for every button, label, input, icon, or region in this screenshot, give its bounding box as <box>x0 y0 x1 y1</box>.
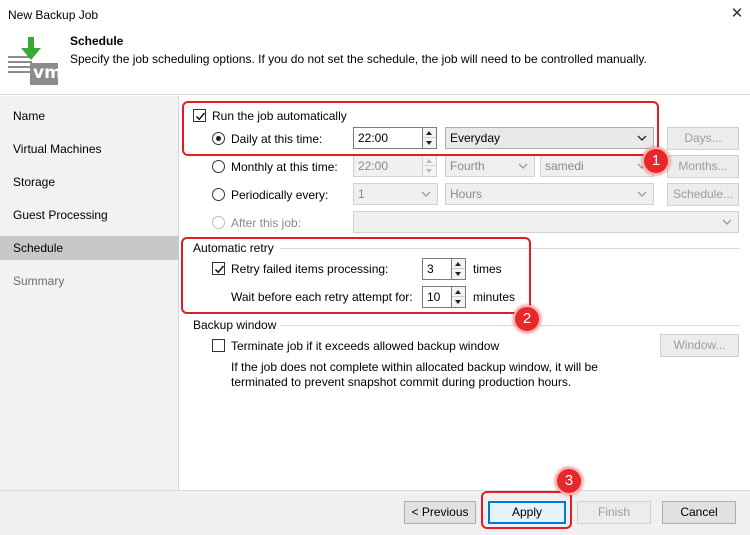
callout-badge-2: 2 <box>513 305 541 333</box>
terminate-checkbox[interactable] <box>212 339 225 352</box>
after-job-label: After this job: <box>231 216 302 230</box>
window-title: New Backup Job <box>8 8 99 22</box>
wizard-header: vm Schedule Specify the job scheduling o… <box>0 30 750 95</box>
callout-box-1 <box>182 101 659 156</box>
monthly-time-input[interactable]: 22:00 <box>353 155 427 177</box>
backup-window-group-divider <box>280 325 740 326</box>
monthly-label: Monthly at this time: <box>231 160 338 174</box>
logo-text: vm <box>33 63 62 83</box>
backup-window-note-line2: terminated to prevent snapshot commit du… <box>231 375 572 389</box>
periodic-value-select[interactable]: 1 <box>353 183 438 205</box>
periodic-radio[interactable] <box>212 188 225 201</box>
backup-window-note-line1: If the job does not complete within allo… <box>231 360 598 374</box>
title-bar: New Backup Job ✕ <box>0 0 750 30</box>
veeam-vm-logo-icon: vm <box>6 34 62 86</box>
wizard-steps: Name Virtual Machines Storage Guest Proc… <box>0 96 179 490</box>
cancel-button[interactable]: Cancel <box>662 501 736 524</box>
monthly-time-spinner[interactable] <box>422 155 437 177</box>
days-button[interactable]: Days... <box>667 127 739 150</box>
step-guest-processing[interactable]: Guest Processing <box>0 203 179 227</box>
previous-button[interactable]: < Previous <box>404 501 476 524</box>
chevron-down-icon <box>421 191 431 197</box>
monthly-week-value: Fourth <box>450 159 485 173</box>
step-virtual-machines[interactable]: Virtual Machines <box>0 137 179 161</box>
months-button[interactable]: Months... <box>667 155 739 178</box>
backup-window-group-title: Backup window <box>193 318 277 332</box>
monthly-radio[interactable] <box>212 160 225 173</box>
chevron-down-icon <box>637 191 647 197</box>
close-icon[interactable]: ✕ <box>728 4 746 24</box>
window-button[interactable]: Window... <box>660 334 739 357</box>
periodic-label: Periodically every: <box>231 188 329 202</box>
periodic-unit-value: Hours <box>450 187 483 201</box>
after-job-radio <box>212 216 225 229</box>
after-job-select <box>353 211 739 233</box>
chevron-down-icon <box>518 163 528 169</box>
monthly-day-value: samedi <box>545 159 584 173</box>
step-name[interactable]: Name <box>0 104 179 128</box>
periodic-unit-select[interactable]: Hours <box>445 183 654 205</box>
finish-button: Finish <box>577 501 651 524</box>
page-title: Schedule <box>70 34 124 48</box>
schedule-button[interactable]: Schedule... <box>667 183 739 206</box>
terminate-label: Terminate job if it exceeds allowed back… <box>231 339 500 353</box>
wizard-footer: < Previous Apply Finish Cancel <box>0 490 750 535</box>
chevron-down-icon <box>722 219 732 225</box>
monthly-day-select[interactable]: samedi <box>540 155 654 177</box>
step-schedule[interactable]: Schedule <box>0 236 179 260</box>
page-description: Specify the job scheduling options. If y… <box>70 52 647 66</box>
step-summary: Summary <box>13 274 65 288</box>
callout-badge-3: 3 <box>555 467 583 495</box>
callout-box-2 <box>181 237 531 314</box>
step-storage[interactable]: Storage <box>0 170 179 194</box>
monthly-week-select[interactable]: Fourth <box>445 155 535 177</box>
callout-badge-1: 1 <box>642 147 670 175</box>
periodic-value: 1 <box>358 187 365 201</box>
callout-box-3 <box>481 491 572 529</box>
